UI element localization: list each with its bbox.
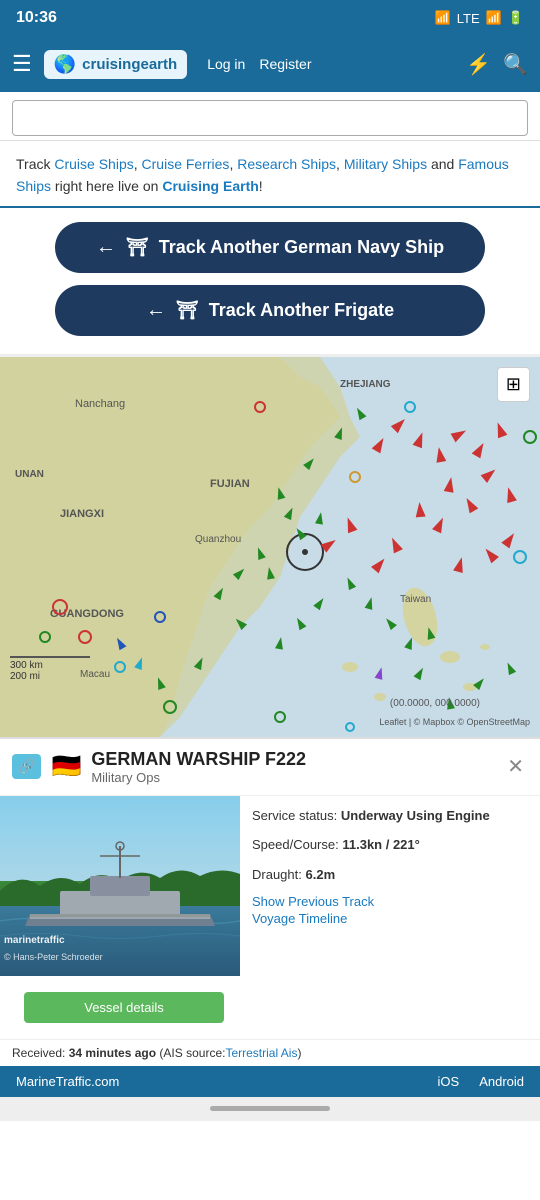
service-value: Underway Using Engine xyxy=(341,808,490,823)
ship-photo-svg xyxy=(0,796,240,976)
tracking-text: Track Cruise Ships, Cruise Ferries, Rese… xyxy=(16,153,524,198)
ais-source-prefix: (AIS source: xyxy=(159,1046,225,1060)
status-bar: 10:36 📶 LTE 📶 🔋 xyxy=(0,0,540,36)
footer-links: iOS Android xyxy=(438,1074,524,1089)
battery-icon: 🔋 xyxy=(508,10,524,26)
tracking-section: Track Cruise Ships, Cruise Ferries, Rese… xyxy=(0,141,540,208)
received-label: Received: xyxy=(12,1046,65,1060)
nav-links: Log in Register xyxy=(207,56,311,72)
home-indicator xyxy=(0,1097,540,1121)
military-ships-link[interactable]: Military Ships xyxy=(344,156,427,172)
svg-text:Nanchang: Nanchang xyxy=(75,398,125,410)
login-link[interactable]: Log in xyxy=(207,56,245,72)
cruise-ships-link[interactable]: Cruise Ships xyxy=(54,156,133,172)
home-bar xyxy=(210,1106,330,1111)
svg-text:UNAN: UNAN xyxy=(15,469,44,480)
vessel-details-wrapper: Vessel details xyxy=(0,976,540,1039)
android-link[interactable]: Android xyxy=(479,1074,524,1089)
ship-category: Military Ops xyxy=(91,770,493,785)
logo-text: cruisingearth xyxy=(82,56,177,73)
draught-value: 6.2m xyxy=(306,867,336,882)
ship-link-icon[interactable]: 🔗 xyxy=(12,754,41,779)
ship-details: Service status: Underway Using Engine Sp… xyxy=(240,796,540,976)
globe-icon: 🌎 xyxy=(54,54,76,75)
research-ships-link[interactable]: Research Ships xyxy=(237,156,336,172)
ship-flag: 🇩🇪 xyxy=(51,752,81,781)
track-german-navy-label: Track Another German Navy Ship xyxy=(159,237,444,258)
ship-image: marinetraffic © Hans-Peter Schroeder xyxy=(0,796,240,976)
ship-content: marinetraffic © Hans-Peter Schroeder Ser… xyxy=(0,796,540,976)
brand-name: Cruising Earth xyxy=(162,178,258,194)
ios-link[interactable]: iOS xyxy=(438,1074,460,1089)
draught-row: Draught: 6.2m xyxy=(252,865,528,885)
received-time: 34 minutes ago xyxy=(69,1046,156,1060)
status-icons: 📶 LTE 📶 🔋 xyxy=(435,10,524,26)
map-coords: (00.0000, 000.0000) xyxy=(390,698,480,709)
ship-panel: 🔗 🇩🇪 GERMAN WARSHIP F222 Military Ops ✕ xyxy=(0,737,540,1066)
ship-icon-2: ⛩ xyxy=(176,300,199,321)
copyright-label: © Hans-Peter Schroeder xyxy=(4,952,103,962)
lightning-icon[interactable]: ⚡ xyxy=(466,52,491,77)
ship-close-button[interactable]: ✕ xyxy=(503,750,528,783)
speed-row: Speed/Course: 11.3kn / 221° xyxy=(252,835,528,855)
hamburger-menu[interactable]: ☰ xyxy=(12,51,32,77)
speed-value: 11.3kn / 221° xyxy=(342,837,419,852)
ship-header: 🔗 🇩🇪 GERMAN WARSHIP F222 Military Ops ✕ xyxy=(0,739,540,796)
ship-name: GERMAN WARSHIP F222 xyxy=(91,749,493,770)
svg-text:Quanzhou: Quanzhou xyxy=(195,534,241,545)
service-status-row: Service status: Underway Using Engine xyxy=(252,806,528,826)
svg-text:ZHEJIANG: ZHEJIANG xyxy=(340,379,391,390)
track-german-navy-button[interactable]: ← ⛩ Track Another German Navy Ship xyxy=(55,222,485,273)
svg-text:JIANGXI: JIANGXI xyxy=(60,508,104,520)
search-bar-wrapper xyxy=(0,92,540,141)
map-container[interactable]: Nanchang ZHEJIANG UNAN JIANGXI FUJIAN GU… xyxy=(0,357,540,737)
buttons-section: ← ⛩ Track Another German Navy Ship ← ⛩ T… xyxy=(0,208,540,357)
search-icon[interactable]: 🔍 xyxy=(503,52,528,77)
ship-links: Show Previous Track Voyage Timeline xyxy=(252,894,528,926)
ship-title-block: GERMAN WARSHIP F222 Military Ops xyxy=(91,749,493,785)
ais-source-suffix: ) xyxy=(297,1046,301,1060)
track-frigate-button[interactable]: ← ⛩ Track Another Frigate xyxy=(55,285,485,336)
vessel-details-button[interactable]: Vessel details xyxy=(24,992,224,1023)
lte-label: LTE xyxy=(457,11,480,26)
ship-received: Received: 34 minutes ago (AIS source:Ter… xyxy=(0,1039,540,1066)
voyage-timeline-link[interactable]: Voyage Timeline xyxy=(252,911,528,926)
signal-icon: 📶 xyxy=(486,10,502,26)
show-previous-track-link[interactable]: Show Previous Track xyxy=(252,894,528,909)
search-input[interactable] xyxy=(12,100,528,136)
footer-bar: MarineTraffic.com iOS Android xyxy=(0,1066,540,1097)
back-arrow-icon-2: ← xyxy=(146,299,166,322)
scale-300km: 300 km xyxy=(10,660,90,671)
back-arrow-icon-1: ← xyxy=(96,236,116,259)
map-attribution: Leaflet | © Mapbox © OpenStreetMap xyxy=(379,717,530,727)
logo-container[interactable]: 🌎 cruisingearth xyxy=(44,50,187,79)
cruise-ferries-link[interactable]: Cruise Ferries xyxy=(142,156,230,172)
map-grid-button[interactable]: ⊞ xyxy=(497,367,530,402)
svg-text:FUJIAN: FUJIAN xyxy=(210,478,250,490)
track-frigate-label: Track Another Frigate xyxy=(209,300,394,321)
service-label: Service status: xyxy=(252,808,337,823)
scale-200mi: 200 mi xyxy=(10,671,90,682)
svg-text:Taiwan: Taiwan xyxy=(400,594,431,605)
footer-site: MarineTraffic.com xyxy=(16,1074,119,1089)
bluetooth-icon: 📶 xyxy=(435,10,451,26)
watermark-label: marinetraffic xyxy=(4,935,65,946)
navbar: ☰ 🌎 cruisingearth Log in Register ⚡ 🔍 xyxy=(0,36,540,92)
draught-label: Draught: xyxy=(252,867,302,882)
ship-icon-1: ⛩ xyxy=(126,237,149,258)
status-time: 10:36 xyxy=(16,9,57,27)
register-link[interactable]: Register xyxy=(259,56,311,72)
map-scale: 300 km 200 mi xyxy=(10,656,90,682)
ais-source-link[interactable]: Terrestrial Ais xyxy=(225,1046,297,1060)
speed-label: Speed/Course: xyxy=(252,837,339,852)
